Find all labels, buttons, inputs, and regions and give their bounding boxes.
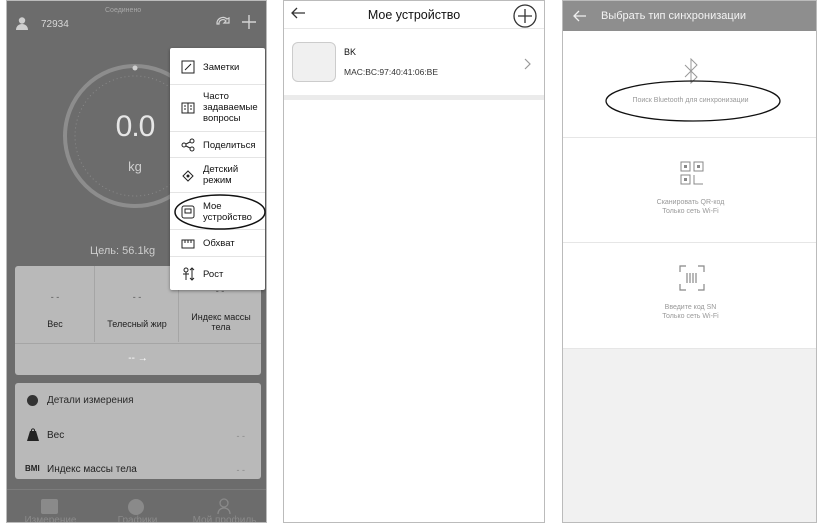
- metric-value: - -: [50, 292, 60, 302]
- user-avatar-icon[interactable]: [15, 16, 29, 30]
- plus-icon[interactable]: [240, 13, 258, 31]
- metric-value: - -: [132, 292, 142, 302]
- connection-status: Соединено: [105, 7, 142, 14]
- menu-label: Заметки: [203, 62, 240, 73]
- user-id: 72934: [41, 19, 69, 30]
- device-mac: MAC:BC:97:40:41:06:BE: [344, 67, 439, 77]
- menu-item-notes[interactable]: Заметки: [170, 48, 265, 85]
- option-text: Сканировать QR-код: [656, 199, 725, 206]
- weight-icon: [27, 428, 39, 441]
- notes-icon: [181, 60, 195, 74]
- sync-icon[interactable]: [214, 14, 232, 32]
- details-row-weight[interactable]: Вес - -: [15, 419, 261, 453]
- header: Мое устройство: [284, 1, 544, 29]
- option-subtext: Только сеть Wi-Fi: [662, 208, 719, 215]
- tab-profile[interactable]: Мой профиль: [181, 495, 266, 523]
- tab-measurement[interactable]: Измерение: [7, 495, 94, 523]
- menu-label: Поделиться: [203, 140, 256, 151]
- menu-label: Часто задаваемые вопросы: [203, 91, 258, 124]
- tape-measure-icon: [181, 237, 195, 251]
- child-mode-icon: [181, 169, 195, 183]
- option-subtext: Только сеть Wi-Fi: [662, 313, 719, 320]
- details-row-bmi[interactable]: BMI Индекс массы тела - -: [15, 453, 261, 487]
- details-header: Детали измерения: [15, 383, 261, 417]
- details-icon: [27, 395, 38, 406]
- details-label: Индекс массы тела: [47, 464, 137, 475]
- scale-tab-icon: [41, 499, 58, 514]
- scale-image: [292, 42, 336, 82]
- menu-item-girth[interactable]: Обхват: [170, 230, 265, 257]
- back-arrow-icon[interactable]: [290, 6, 306, 20]
- menu-item-faq[interactable]: Часто задаваемые вопросы: [170, 85, 265, 132]
- menu-label: Рост: [203, 269, 224, 280]
- faq-icon: [181, 101, 195, 115]
- details-label: Вес: [47, 430, 65, 441]
- tab-label: Графики: [117, 515, 158, 523]
- device-name: BK: [344, 47, 357, 57]
- option-sn-code[interactable]: Введите код SN Только сеть Wi-Fi: [563, 243, 816, 349]
- tab-label: Мой профиль: [192, 515, 257, 523]
- home-screen: 72934 Соединено 0.0 kg Цель: 56.1kg - - …: [6, 0, 267, 523]
- goal-text: Цель: 56.1kg: [90, 245, 156, 257]
- qr-code-icon: [680, 161, 704, 185]
- header: Выбрать тип синхронизации: [563, 1, 816, 31]
- device-list-item[interactable]: BK MAC:BC:97:40:41:06:BE: [284, 36, 544, 94]
- menu-item-child-mode[interactable]: Детский режим: [170, 158, 265, 193]
- back-arrow-icon[interactable]: [573, 9, 587, 22]
- menu-label: Детский режим: [203, 164, 239, 186]
- empty-area: [563, 349, 816, 522]
- menu-label: Обхват: [203, 238, 235, 249]
- tab-label: Измерение: [24, 515, 77, 523]
- details-title: Детали измерения: [47, 395, 134, 406]
- bmi-icon: BMI: [25, 464, 40, 473]
- menu-item-height[interactable]: Рост: [170, 257, 265, 290]
- sync-type-screen: Выбрать тип синхронизации Поиск Bluetoot…: [562, 0, 817, 523]
- barcode-icon: [679, 265, 705, 291]
- metric-label: Вес: [47, 319, 63, 329]
- tab-charts[interactable]: Графики: [94, 495, 181, 523]
- height-icon: [181, 267, 195, 281]
- details-value: - -: [236, 431, 246, 441]
- compare-link[interactable]: -- →: [15, 343, 261, 375]
- option-text: Введите код SN: [664, 304, 717, 311]
- details-value: - -: [236, 465, 246, 475]
- annotation-ellipse: [604, 79, 782, 123]
- charts-tab-icon: [128, 499, 144, 515]
- menu-item-share[interactable]: Поделиться: [170, 132, 265, 158]
- metric-body-fat[interactable]: - - Телесный жир: [95, 266, 179, 342]
- divider: [284, 95, 544, 100]
- metric-label: Индекс массы тела: [191, 312, 251, 332]
- add-device-button[interactable]: [513, 4, 537, 28]
- metric-label: Телесный жир: [107, 319, 167, 329]
- page-title: Мое устройство: [367, 8, 461, 22]
- option-qr-code[interactable]: Сканировать QR-код Только сеть Wi-Fi: [563, 138, 816, 243]
- my-device-screen: Мое устройство BK MAC:BC:97:40:41:06:BE: [283, 0, 545, 523]
- chevron-right-icon: [524, 57, 532, 70]
- page-title: Выбрать тип синхронизации: [601, 10, 746, 22]
- annotation-ellipse: [174, 193, 266, 231]
- profile-tab-icon: [217, 498, 231, 515]
- metric-weight[interactable]: - - Вес: [15, 266, 95, 342]
- overflow-menu: Заметки Часто задаваемые вопросы Поделит…: [170, 48, 265, 290]
- details-card: Детали измерения Вес - - BMI Индекс масс…: [15, 383, 261, 479]
- share-icon: [181, 138, 195, 152]
